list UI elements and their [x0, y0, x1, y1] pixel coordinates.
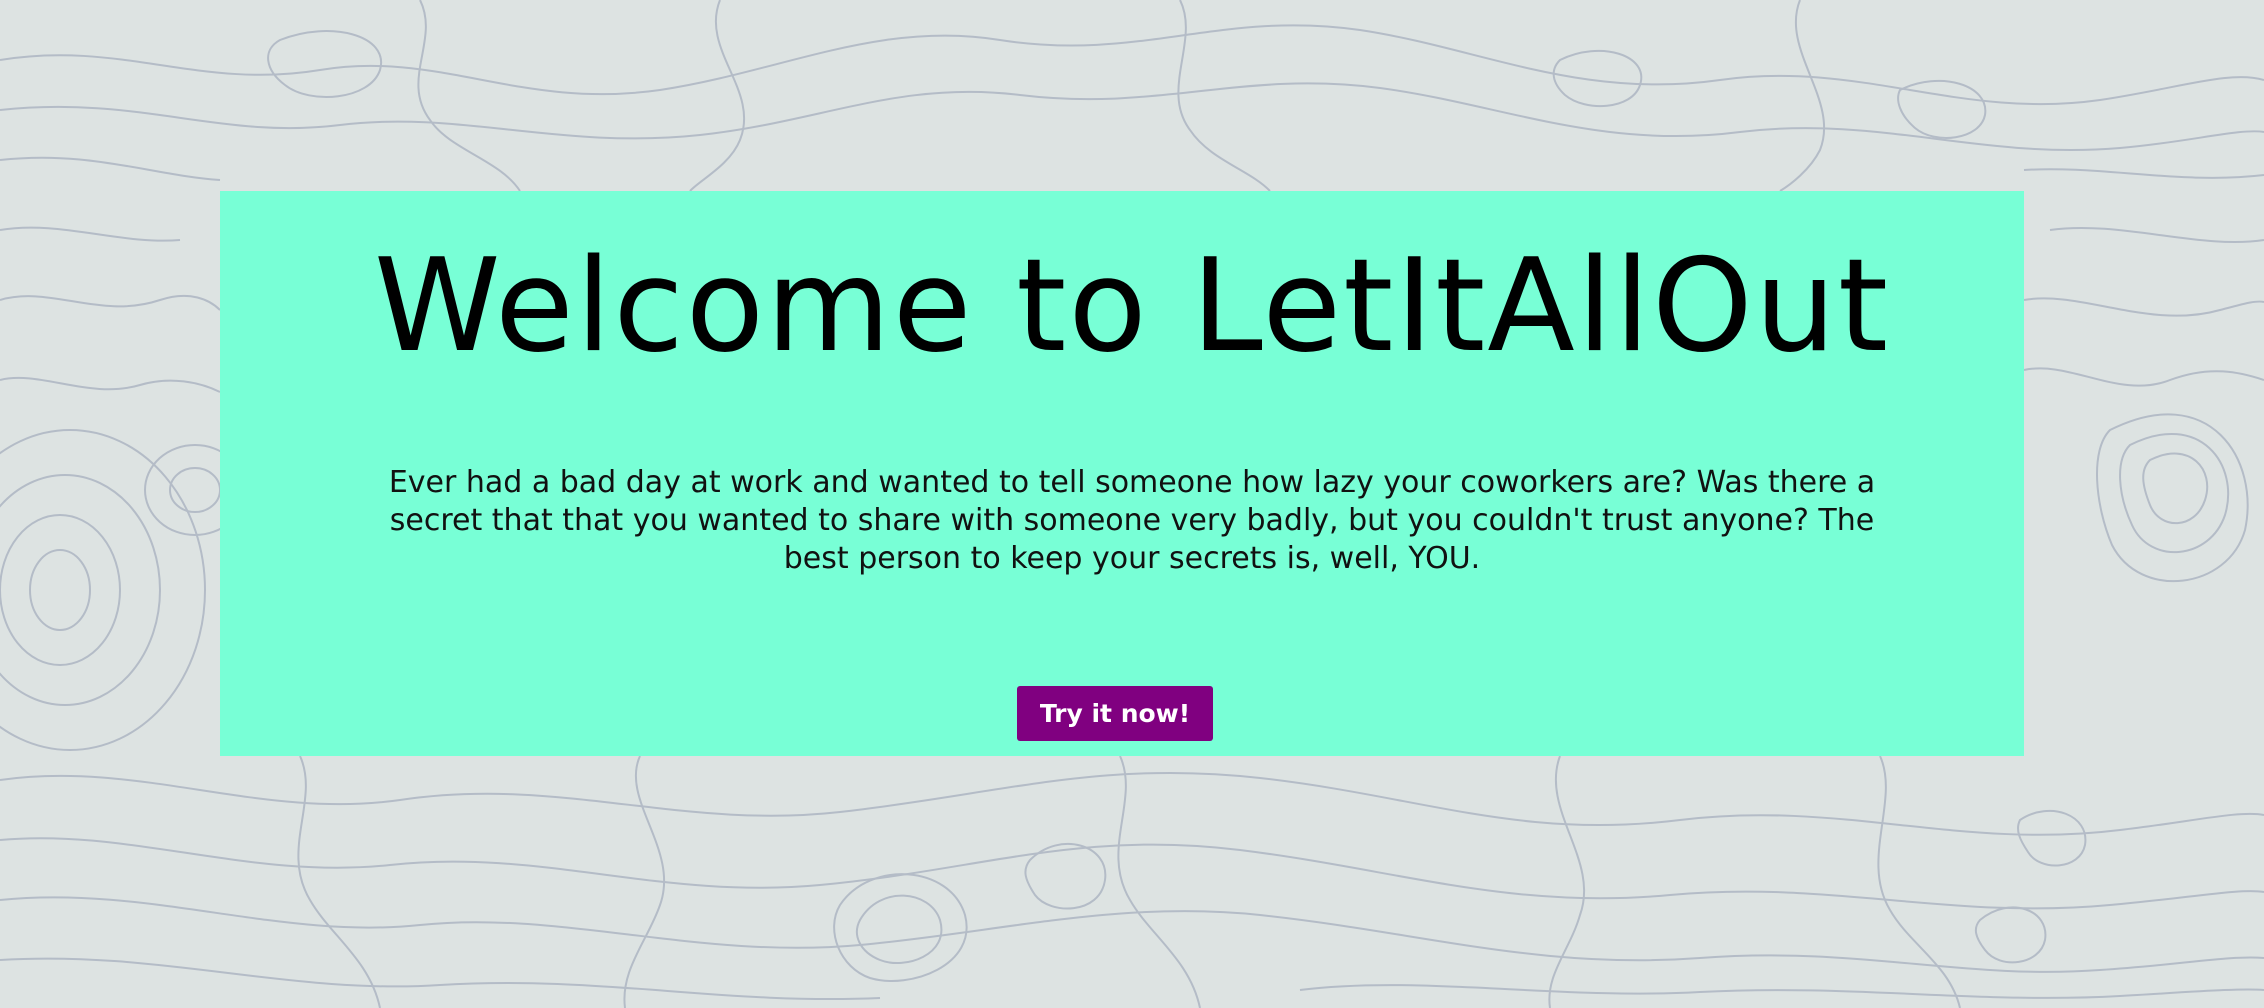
hero-description: Ever had a bad day at work and wanted to…	[388, 465, 1876, 576]
hero-title: Welcome to LetItAllOut	[373, 232, 1891, 381]
try-it-now-button[interactable]: Try it now!	[1017, 686, 1213, 741]
